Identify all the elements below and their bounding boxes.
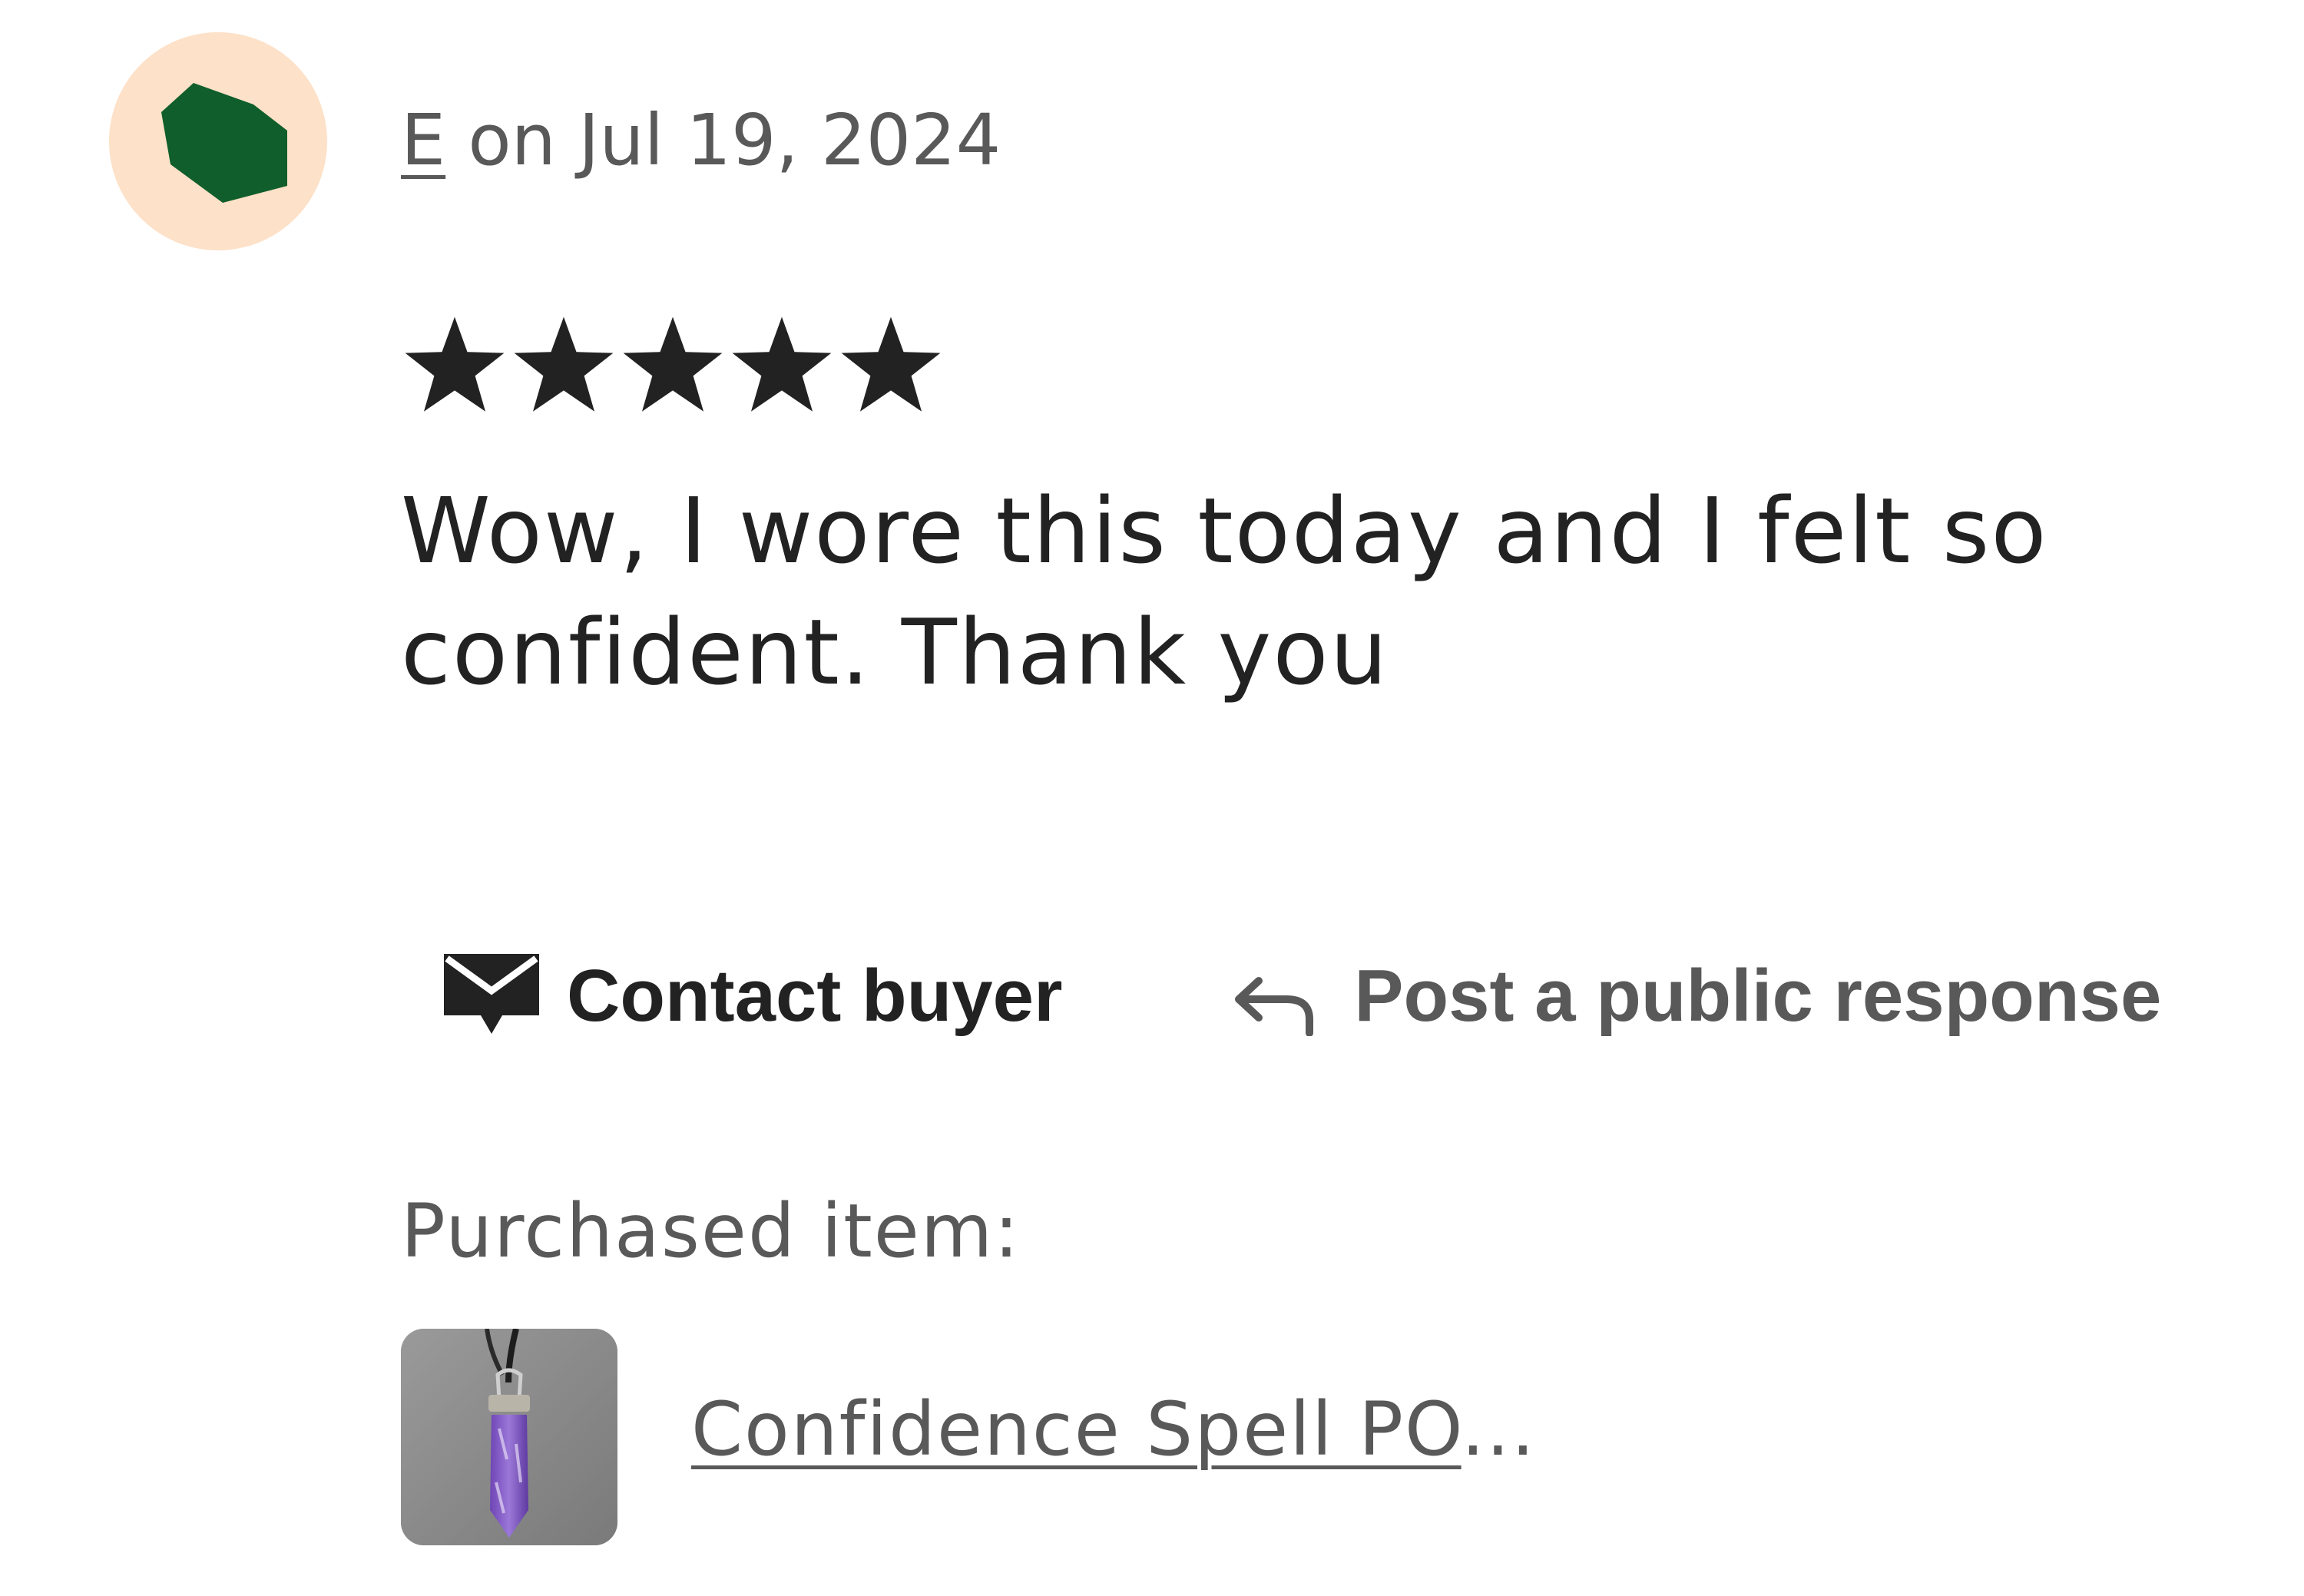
review-card: E on Jul 19, 2024 Wow, I wore this today… <box>0 0 2304 1596</box>
star-icon <box>510 313 617 420</box>
contact-buyer-label: Contact buyer <box>567 955 1063 1037</box>
purchased-item-label: Purchased item: <box>401 1188 1021 1274</box>
post-public-response-button[interactable]: Post a public response <box>1233 946 2161 1046</box>
star-icon <box>401 313 508 420</box>
star-icon <box>619 313 727 420</box>
post-public-response-label: Post a public response <box>1354 955 2162 1037</box>
review-date: on Jul 19, 2024 <box>468 99 1001 181</box>
reviewer-name-link[interactable]: E <box>401 99 445 181</box>
review-text: Wow, I wore this today and I felt so con… <box>401 478 2048 705</box>
product-title: Confidence Spell PO <box>691 1386 1462 1472</box>
envelope-icon <box>444 954 539 1038</box>
star-icon <box>837 313 945 420</box>
product-link[interactable]: Confidence Spell PO... <box>691 1379 1536 1479</box>
contact-buyer-button[interactable]: Contact buyer <box>444 946 1062 1046</box>
buyer-avatar <box>109 32 327 250</box>
avatar-shape-icon <box>161 83 287 203</box>
review-meta: E on Jul 19, 2024 <box>401 91 1001 190</box>
star-icon <box>728 313 836 420</box>
review-actions: Contact buyer Post a public response <box>444 946 2161 1046</box>
product-title-ellipsis: ... <box>1461 1386 1537 1472</box>
product-thumbnail[interactable] <box>401 1329 617 1545</box>
amethyst-pendant-thumbnail <box>401 1329 617 1545</box>
star-rating <box>401 309 946 424</box>
reply-arrow-icon <box>1233 975 1316 1036</box>
